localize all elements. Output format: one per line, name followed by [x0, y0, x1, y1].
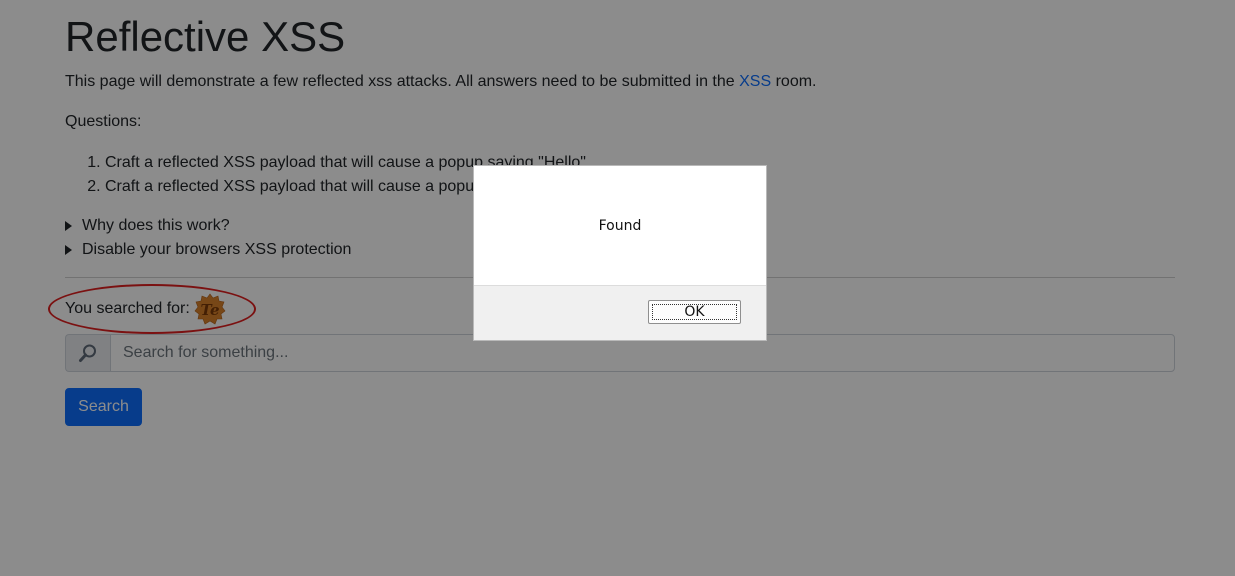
alert-dialog: Found OK: [473, 165, 767, 341]
page: Reflective XSS This page will demonstrat…: [0, 0, 1235, 576]
ok-button[interactable]: OK: [648, 300, 741, 324]
alert-message: Found: [598, 218, 642, 234]
alert-footer: OK: [474, 285, 766, 340]
ok-button-label: OK: [652, 304, 737, 320]
